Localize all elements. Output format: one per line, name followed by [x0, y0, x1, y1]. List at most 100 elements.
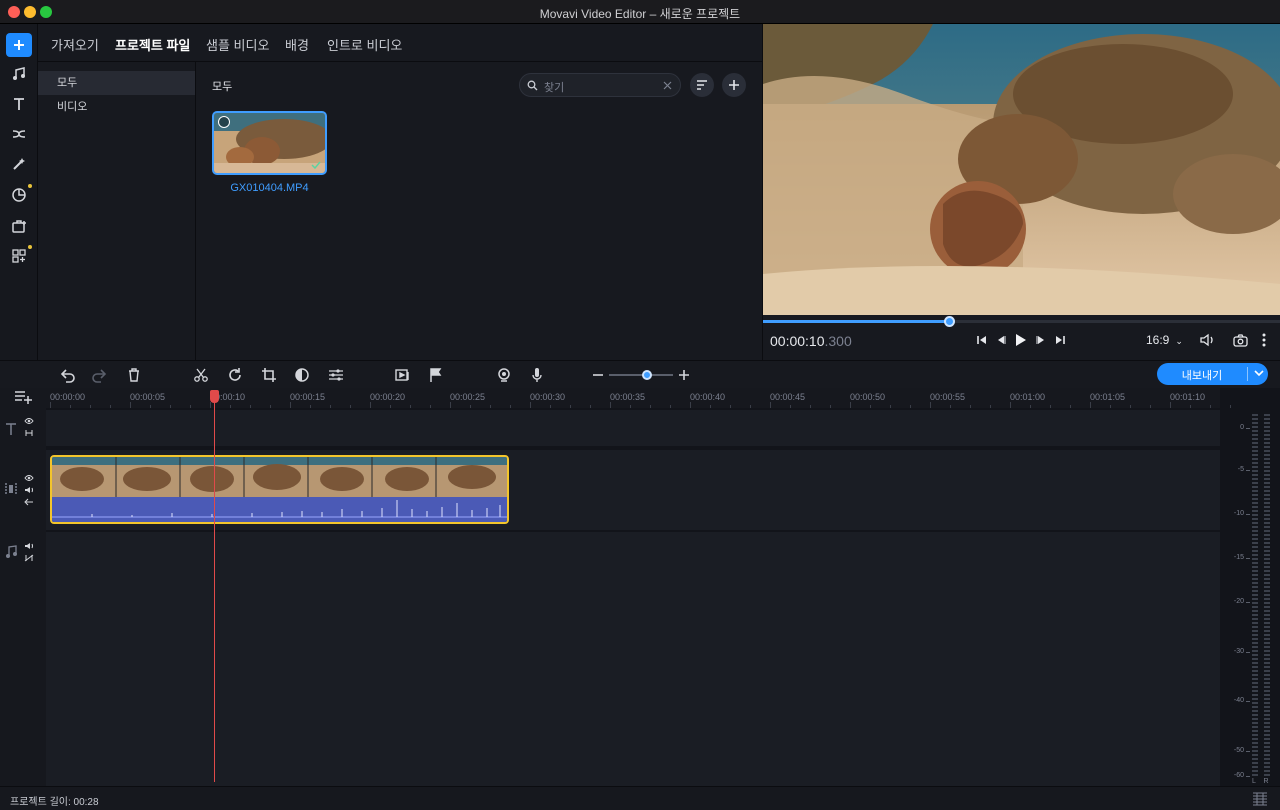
- title-bar: Movavi Video Editor – 새로운 프로젝트: [0, 0, 1280, 24]
- media-thumbnail[interactable]: [212, 111, 327, 175]
- cut-icon[interactable]: [191, 366, 211, 384]
- visibility-icon[interactable]: [24, 474, 34, 482]
- microphone-icon[interactable]: [527, 366, 547, 384]
- marker-icon[interactable]: [426, 366, 446, 384]
- timecode-main: 00:00:10: [770, 333, 825, 349]
- sort-button[interactable]: [690, 73, 714, 97]
- webcam-record-icon[interactable]: [494, 366, 514, 384]
- layout-grid-icon[interactable]: [1252, 792, 1268, 806]
- zoom-in-icon[interactable]: [674, 366, 694, 384]
- ruler-tick: [370, 402, 371, 408]
- media-file-name[interactable]: GX010404.MP4: [212, 182, 327, 194]
- zoom-handle[interactable]: [642, 370, 653, 380]
- playhead[interactable]: [214, 390, 215, 782]
- playback-progress[interactable]: [763, 316, 1280, 327]
- ruler-tick: [930, 402, 931, 408]
- db-scale-tick: [1246, 751, 1250, 752]
- db-scale-label: -20: [1233, 598, 1244, 605]
- skip-start-icon[interactable]: [975, 330, 989, 350]
- ruler-tick: [110, 405, 111, 408]
- tab-backgrounds[interactable]: 배경: [285, 35, 309, 54]
- add-icon[interactable]: [6, 33, 32, 57]
- ruler-tick: [910, 405, 911, 408]
- aspect-ratio-select[interactable]: 16:9 ⌄: [1146, 333, 1183, 347]
- zoom-slider[interactable]: [609, 370, 673, 380]
- ruler-tick: [150, 405, 151, 408]
- undo-icon[interactable]: [57, 366, 77, 384]
- ruler-tick: [1030, 405, 1031, 408]
- color-adjust-icon[interactable]: [292, 366, 312, 384]
- add-track-icon[interactable]: [14, 390, 32, 404]
- prev-frame-icon[interactable]: [994, 330, 1008, 350]
- search-input[interactable]: 찾기: [519, 73, 681, 97]
- ruler-tick: [330, 405, 331, 408]
- ruler-tick: [70, 405, 71, 408]
- video-preview[interactable]: [763, 24, 1280, 315]
- db-scale-label: -60: [1233, 772, 1244, 779]
- snapshot-icon[interactable]: [1231, 330, 1249, 350]
- tab-import[interactable]: 가져오기: [51, 35, 99, 54]
- audio-track[interactable]: [46, 532, 1220, 786]
- chevron-down-icon[interactable]: [1253, 366, 1265, 380]
- ruler-tick: [610, 402, 611, 408]
- db-scale-tick: [1246, 514, 1250, 515]
- ruler-tick: [390, 405, 391, 408]
- import-tabs: 가져오기 프로젝트 파일 샘플 비디오 배경 인트로 비디오: [38, 24, 762, 62]
- ruler-time-label: 00:01:10: [1170, 392, 1206, 402]
- search-icon: [527, 80, 538, 91]
- volume-icon[interactable]: [1199, 330, 1217, 350]
- zoom-out-icon[interactable]: [588, 366, 608, 384]
- arrow-left-icon[interactable]: [24, 498, 34, 506]
- db-scale-label: -10: [1233, 510, 1244, 517]
- db-scale-tick: [1246, 470, 1250, 471]
- volume-icon[interactable]: [24, 486, 34, 494]
- ruler-time-label: 00:01:05: [1090, 392, 1126, 402]
- video-clip[interactable]: [50, 455, 509, 524]
- magic-wand-icon[interactable]: [6, 152, 32, 176]
- crop-icon[interactable]: [259, 366, 279, 384]
- volume-icon[interactable]: [24, 542, 34, 550]
- db-scale-label: -5: [1237, 466, 1244, 473]
- ruler-tick: [530, 402, 531, 408]
- redo-icon[interactable]: [90, 366, 110, 384]
- category-all[interactable]: 모두: [38, 71, 195, 95]
- clip-properties-icon[interactable]: [326, 366, 346, 384]
- export-media-icon[interactable]: [6, 214, 32, 238]
- playhead-handle[interactable]: [210, 390, 219, 403]
- text-icon[interactable]: [6, 92, 32, 116]
- delete-icon[interactable]: [124, 366, 144, 384]
- category-video[interactable]: 비디오: [38, 95, 195, 119]
- progress-handle[interactable]: [944, 316, 956, 327]
- visibility-icon[interactable]: [24, 417, 34, 425]
- ruler-tick: [830, 405, 831, 408]
- tab-sample-videos[interactable]: 샘플 비디오: [206, 35, 269, 54]
- video-track-icon: [5, 483, 17, 495]
- rotate-icon[interactable]: [225, 366, 245, 384]
- tab-intro-videos[interactable]: 인트로 비디오: [327, 35, 402, 54]
- clear-search-icon[interactable]: [663, 81, 672, 90]
- link-icon[interactable]: [24, 429, 34, 437]
- sort-icon: [697, 80, 707, 90]
- plus-icon: [729, 80, 739, 90]
- ruler-tick: [950, 405, 951, 408]
- time-ruler[interactable]: 00:00:00 00:00:05 00:00:10 00:00:15 00:00:20…: [46, 388, 1231, 408]
- unlink-icon[interactable]: [24, 554, 34, 562]
- title-track[interactable]: [46, 410, 1220, 446]
- skip-end-icon[interactable]: [1053, 330, 1067, 350]
- db-scale-tick: [1246, 652, 1250, 653]
- db-scale-label: 0: [1240, 424, 1244, 431]
- ruler-time-label: 00:00:35: [610, 392, 646, 402]
- music-icon[interactable]: [6, 62, 32, 86]
- transition-icon[interactable]: [6, 122, 32, 146]
- db-scale-label: -15: [1233, 554, 1244, 561]
- ruler-tick: [430, 405, 431, 408]
- next-frame-icon[interactable]: [1034, 330, 1048, 350]
- add-media-button[interactable]: [722, 73, 746, 97]
- meter-left-channel: [1252, 414, 1258, 778]
- export-button[interactable]: 내보내기: [1157, 363, 1268, 385]
- tab-project-files[interactable]: 프로젝트 파일: [115, 35, 190, 54]
- play-icon[interactable]: [1013, 330, 1029, 350]
- turtle-video-frame: [763, 24, 1280, 315]
- overlay-icon[interactable]: [393, 366, 413, 384]
- more-options-icon[interactable]: [1257, 330, 1271, 350]
